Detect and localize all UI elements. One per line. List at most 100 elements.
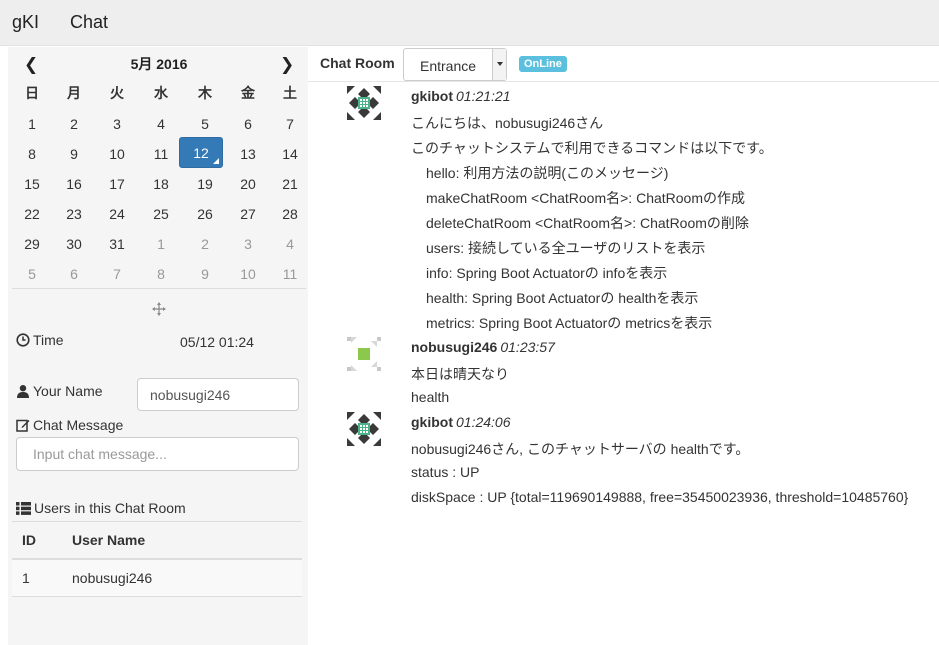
clock-icon [16,333,30,347]
users-label-text: Users in this Chat Room [34,500,186,516]
chat-room-label: Chat Room [320,55,395,71]
calendar-weekday: 木 [198,85,212,101]
message-line: hello: 利用方法の説明(このメッセージ) [426,165,669,181]
calendar-day-next-month[interactable]: 6 [54,260,94,288]
calendar-day-next-month[interactable]: 4 [270,230,310,258]
time-label-text: Time [33,332,64,348]
calendar-month-title[interactable]: 5月 2016 [12,54,306,74]
calendar-day[interactable]: 19 [185,170,225,198]
calendar-day[interactable]: 28 [270,200,310,228]
calendar-day[interactable]: 26 [185,200,225,228]
calendar-day[interactable]: 18 [141,170,181,198]
message-line: diskSpace : UP {total=119690149888, free… [411,489,909,505]
calendar-day-next-month[interactable]: 9 [185,260,225,288]
calendar-day[interactable]: 27 [228,200,268,228]
calendar-weekday: 水 [154,85,168,101]
message-line: このチャットシステムで利用できるコマンドは以下です。 [411,140,773,156]
dropdown-arrow-icon [492,49,506,80]
users-label: Users in this Chat Room [16,500,186,516]
brand-logo[interactable]: gKI [12,12,39,33]
status-badge: OnLine [519,56,567,72]
calendar-day[interactable]: 1 [12,110,52,138]
calendar-day-next-month[interactable]: 3 [228,230,268,258]
message-header: gkibot 01:21:21 [411,88,511,104]
message-line: 本日は晴天なり [411,366,509,382]
chat-room-selected-value: Entrance [420,58,477,74]
message-line: health [411,389,450,405]
list-icon [16,501,31,515]
calendar-day[interactable]: 3 [97,110,137,138]
calendar-day-next-month[interactable]: 2 [185,230,225,258]
calendar-day[interactable]: 2 [54,110,94,138]
message-line: status : UP [411,464,480,480]
calendar-day[interactable]: 24 [97,200,137,228]
divider [12,288,306,289]
your-name-label-text: Your Name [33,383,103,399]
calendar-day-next-month[interactable]: 8 [141,260,181,288]
table-header-row: ID User Name [12,521,302,560]
calendar-day[interactable]: 15 [12,170,52,198]
chat-message-label-text: Chat Message [33,417,124,433]
calendar-day[interactable]: 9 [54,140,94,168]
calendar-day[interactable]: 16 [54,170,94,198]
calendar-weekday: 月 [67,85,81,101]
calendar-day-next-month[interactable]: 5 [12,260,52,288]
calendar-day[interactable]: 31 [97,230,137,258]
calendar-day[interactable]: 23 [54,200,94,228]
message-line: metrics: Spring Boot Actuatorの metricsを表… [426,315,713,331]
calendar-weekday: 火 [110,85,124,101]
message-line: users: 接続している全ユーザのリストを表示 [426,240,706,256]
avatar [347,86,381,120]
message-header: nobusugi246 01:23:57 [411,339,555,355]
user-icon [16,384,30,398]
calendar-day-next-month[interactable]: 10 [228,260,268,288]
calendar-day[interactable]: 20 [228,170,268,198]
calendar-day-next-month[interactable]: 7 [97,260,137,288]
table-row[interactable]: 1 nobusugi246 [12,558,302,597]
calendar-day[interactable]: 21 [270,170,310,198]
chevron-right-icon[interactable]: ❯ [280,55,294,75]
move-icon[interactable] [151,301,167,317]
calendar-day[interactable]: 29 [12,230,52,258]
avatar [347,337,381,371]
message-time: 01:21:21 [456,88,511,104]
nav-chat-link[interactable]: Chat [70,12,108,33]
chat-message-input[interactable] [16,437,299,471]
calendar-day-selected[interactable]: 12 [179,137,223,168]
users-table: ID User Name 1 nobusugi246 [12,521,302,597]
calendar-day-next-month[interactable]: 11 [270,260,310,288]
calendar-day-next-month[interactable]: 1 [141,230,181,258]
message-line: nobusugi246さん, このチャットサーバの healthです。 [411,441,750,457]
top-navbar: gKI Chat [0,0,939,46]
message-line: health: Spring Boot Actuatorの healthを表示 [426,290,699,306]
calendar-day[interactable]: 17 [97,170,137,198]
calendar-weekday: 日 [25,85,39,101]
calendar-day[interactable]: 30 [54,230,94,258]
column-header-id: ID [12,521,68,560]
left-sidebar: ❮ 5月 2016 ❯ 日 月 火 水 木 金 土 1 2 3 4 5 6 7 … [8,47,308,645]
calendar-day[interactable]: 10 [97,140,137,168]
calendar-day[interactable]: 4 [141,110,181,138]
message-header: gkibot 01:24:06 [411,414,511,430]
user-name-cell: nobusugi246 [68,558,302,597]
message-line: deleteChatRoom <ChatRoom名>: ChatRoomの削除 [426,215,749,231]
message-user: nobusugi246 [411,339,498,355]
calendar-day[interactable]: 14 [270,140,310,168]
time-value: 05/12 01:24 [180,334,254,350]
calendar-day[interactable]: 5 [185,110,225,138]
avatar [347,412,381,446]
calendar-day[interactable]: 25 [141,200,181,228]
calendar-day[interactable]: 13 [228,140,268,168]
message-line: info: Spring Boot Actuatorの infoを表示 [426,265,668,281]
calendar-day[interactable]: 6 [228,110,268,138]
column-header-user-name: User Name [68,521,302,560]
calendar-weekday: 金 [241,85,255,101]
calendar-day[interactable]: 8 [12,140,52,168]
chat-room-select[interactable]: Entrance [403,48,507,81]
calendar-day[interactable]: 11 [141,140,181,168]
message-line: makeChatRoom <ChatRoom名>: ChatRoomの作成 [426,190,746,206]
your-name-input[interactable] [137,378,299,411]
calendar-day[interactable]: 22 [12,200,52,228]
calendar-day[interactable]: 7 [270,110,310,138]
message-time: 01:23:57 [500,339,555,355]
